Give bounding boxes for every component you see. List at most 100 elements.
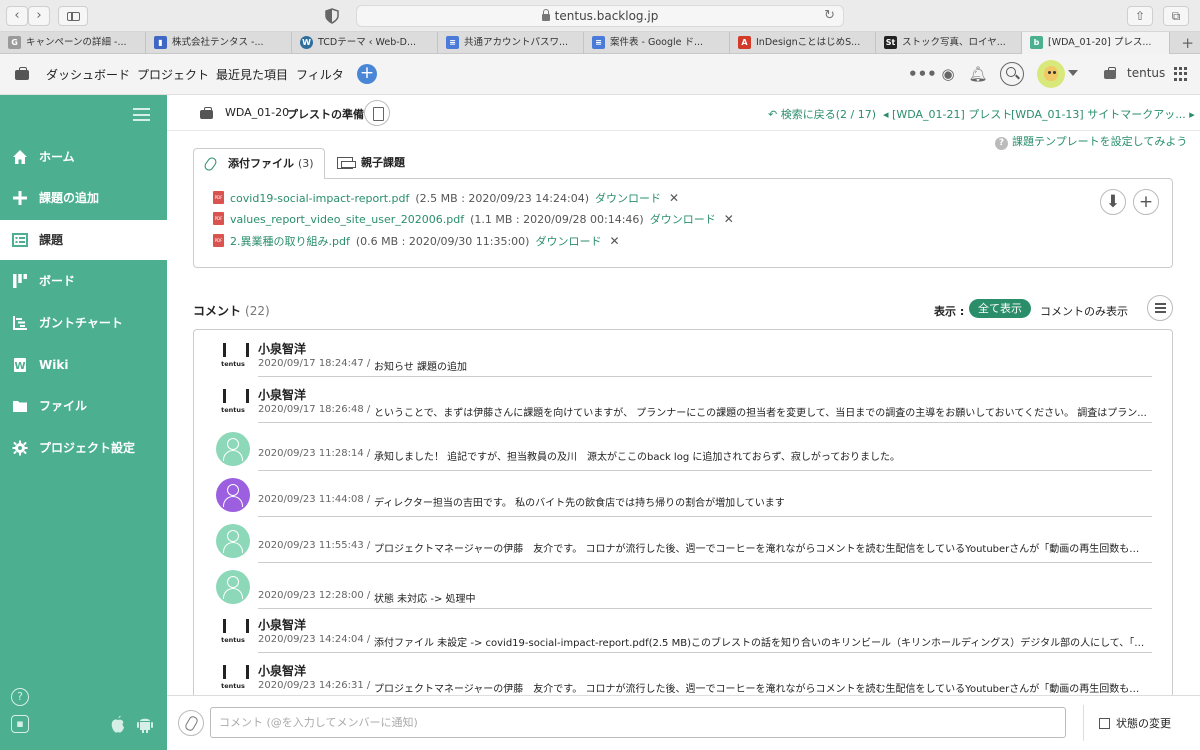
- browser-sidebar-button[interactable]: [58, 6, 88, 26]
- file-link[interactable]: 2.異業種の取り組み.pdf: [230, 235, 350, 248]
- search-icon[interactable]: [1000, 62, 1024, 86]
- sort-order-icon[interactable]: [1147, 295, 1173, 321]
- divider: [258, 376, 1152, 377]
- avatar[interactable]: [216, 662, 250, 695]
- download-link[interactable]: ダウンロード: [595, 192, 661, 205]
- privacy-shield-icon[interactable]: [325, 8, 339, 24]
- comment-timestamp[interactable]: 2020/09/23 12:28:00 /: [258, 590, 370, 601]
- comment-timestamp[interactable]: 2020/09/23 11:55:43 /: [258, 540, 370, 551]
- avatar[interactable]: [216, 570, 250, 604]
- delete-icon[interactable]: ✕: [724, 212, 734, 226]
- comment-author[interactable]: 小泉智洋: [258, 662, 306, 679]
- menu-hamburger-icon[interactable]: [133, 108, 150, 121]
- comment-count: (22): [245, 304, 270, 318]
- browser-tab[interactable]: ≡ 共通アカウントパスワ...: [438, 32, 584, 54]
- browser-tab[interactable]: ≡ 案件表 - Google ド...: [584, 32, 730, 54]
- prev-issue-link[interactable]: ◂ [WDA_01-21] プレスト: [883, 106, 1012, 122]
- header-link-projects[interactable]: プロジェクト: [137, 66, 209, 83]
- comment-timestamp[interactable]: 2020/09/17 18:24:47 /: [258, 358, 370, 369]
- delete-icon[interactable]: ✕: [669, 191, 679, 205]
- reload-icon[interactable]: ↻: [824, 6, 835, 26]
- comment-timestamp[interactable]: 2020/09/17 18:26:48 /: [258, 404, 370, 415]
- comment-composer: 状態の変更: [167, 695, 1200, 750]
- download-link[interactable]: ダウンロード: [650, 213, 716, 226]
- file-link[interactable]: covid19-social-impact-report.pdf: [230, 192, 409, 205]
- address-bar[interactable]: tentus.backlog.jp ↻: [356, 5, 844, 27]
- share-button[interactable]: ⇧: [1127, 6, 1153, 26]
- comment-author[interactable]: 小泉智洋: [258, 386, 306, 403]
- attach-file-icon[interactable]: [178, 710, 204, 736]
- user-avatar[interactable]: [1037, 60, 1065, 88]
- tab-attachments[interactable]: 添付ファイル (3): [193, 148, 325, 179]
- home-icon: [13, 150, 27, 164]
- avatar[interactable]: [216, 478, 250, 512]
- lock-icon: [541, 9, 550, 21]
- template-hint-link[interactable]: ? 課題テンプレートを設定してみよう: [995, 133, 1187, 150]
- android-icon[interactable]: [136, 714, 154, 734]
- notification-bell-icon[interactable]: 🔔︎: [968, 64, 988, 84]
- download-link[interactable]: ダウンロード: [535, 235, 601, 248]
- avatar[interactable]: [216, 432, 250, 466]
- download-all-button[interactable]: ⬇: [1100, 189, 1126, 215]
- avatar[interactable]: [216, 386, 250, 420]
- forward-button[interactable]: ›: [28, 6, 50, 26]
- browser-tab-active[interactable]: b [WDA_01-20] プレス...: [1022, 32, 1170, 54]
- sidebar-item-project-settings[interactable]: プロジェクト設定: [0, 428, 167, 468]
- comment-input[interactable]: [210, 707, 1066, 738]
- comment-timestamp[interactable]: 2020/09/23 11:28:14 /: [258, 448, 370, 459]
- sidebar-item-home[interactable]: ホーム: [0, 137, 167, 177]
- sidebar-item-files[interactable]: ファイル: [0, 386, 167, 426]
- browser-tab[interactable]: W TCDテーマ ‹ Web-D...: [292, 32, 438, 54]
- new-tab-button[interactable]: +: [1181, 32, 1194, 54]
- issue-key[interactable]: WDA_01-20: [225, 106, 289, 119]
- comment-timestamp[interactable]: 2020/09/23 14:26:31 /: [258, 680, 370, 691]
- sidebar-item-gantt[interactable]: ガントチャート: [0, 303, 167, 343]
- sidebar-item-wiki[interactable]: W Wiki: [0, 345, 167, 385]
- avatar[interactable]: [216, 616, 250, 650]
- watch-eye-icon[interactable]: ◉: [938, 64, 958, 84]
- more-icon[interactable]: •••: [908, 64, 937, 84]
- sidebar-item-add-issue[interactable]: 課題の追加: [0, 178, 167, 218]
- comment-author[interactable]: 小泉智洋: [258, 340, 306, 357]
- comment-timestamp[interactable]: 2020/09/23 11:44:08 /: [258, 494, 370, 505]
- avatar[interactable]: [216, 340, 250, 374]
- comment-author[interactable]: 小泉智洋: [258, 616, 306, 633]
- app-grid-icon[interactable]: [1174, 67, 1188, 81]
- file-meta: (1.1 MB : 2020/09/28 00:14:46): [470, 213, 644, 226]
- filter-all-button[interactable]: 全て表示: [969, 299, 1031, 318]
- comment-timestamp[interactable]: 2020/09/23 14:24:04 /: [258, 634, 370, 645]
- filter-comments-only-button[interactable]: コメントのみ表示: [1040, 303, 1128, 319]
- header-link-filter[interactable]: フィルタ: [296, 66, 344, 83]
- chat-icon[interactable]: ▪: [11, 715, 29, 733]
- sidebar: ホーム 課題の追加 課題 ボード ガントチャート W Wiki ファイル プロジ…: [0, 95, 167, 750]
- comment-text: 承知しました！ 追記ですが、担当教員の及川 源太がここのback log に追加…: [374, 452, 901, 463]
- delete-icon[interactable]: ✕: [609, 234, 619, 248]
- help-icon[interactable]: ?: [11, 688, 29, 706]
- avatar[interactable]: [216, 524, 250, 558]
- comment-text: 添付ファイル 未設定 -> covid19-social-impact-repo…: [374, 638, 1148, 649]
- space-name[interactable]: tentus: [1127, 66, 1165, 80]
- add-button[interactable]: +: [357, 64, 377, 84]
- tab-parent-child[interactable]: 親子課題: [337, 148, 405, 179]
- browser-tab[interactable]: A InDesignことはじめS...: [730, 32, 876, 54]
- status-change-button[interactable]: 状態の変更: [1099, 715, 1171, 731]
- tab-favicon-icon: G: [8, 36, 21, 49]
- sidebar-item-board[interactable]: ボード: [0, 261, 167, 301]
- file-link[interactable]: values_report_video_site_user_202006.pdf: [230, 213, 464, 226]
- sidebar-item-issues[interactable]: 課題: [0, 220, 167, 260]
- back-button[interactable]: ‹: [6, 6, 28, 26]
- browser-tab[interactable]: G キャンペーンの詳細 -...: [0, 32, 146, 54]
- browser-tab[interactable]: St ストック写真、ロイヤ...: [876, 32, 1022, 54]
- tab-overview-button[interactable]: ⧉: [1163, 6, 1189, 26]
- apple-icon[interactable]: [109, 714, 127, 734]
- back-to-search-link[interactable]: ↶ 検索に戻る(2 / 17): [768, 106, 876, 122]
- browser-tab[interactable]: ▮ 株式会社テンタス -...: [146, 32, 292, 54]
- add-attachment-button[interactable]: +: [1133, 189, 1159, 215]
- next-issue-link[interactable]: [WDA_01-13] サイトマークアッ... ▸: [1011, 106, 1195, 122]
- header-link-recent[interactable]: 最近見た項目: [216, 66, 288, 83]
- header-link-dashboard[interactable]: ダッシュボード: [46, 66, 130, 83]
- chevron-down-icon[interactable]: [1068, 70, 1078, 76]
- projects-briefcase-icon[interactable]: [15, 67, 29, 80]
- tab-favicon-icon: St: [884, 36, 897, 49]
- copy-clipboard-icon[interactable]: [364, 100, 390, 126]
